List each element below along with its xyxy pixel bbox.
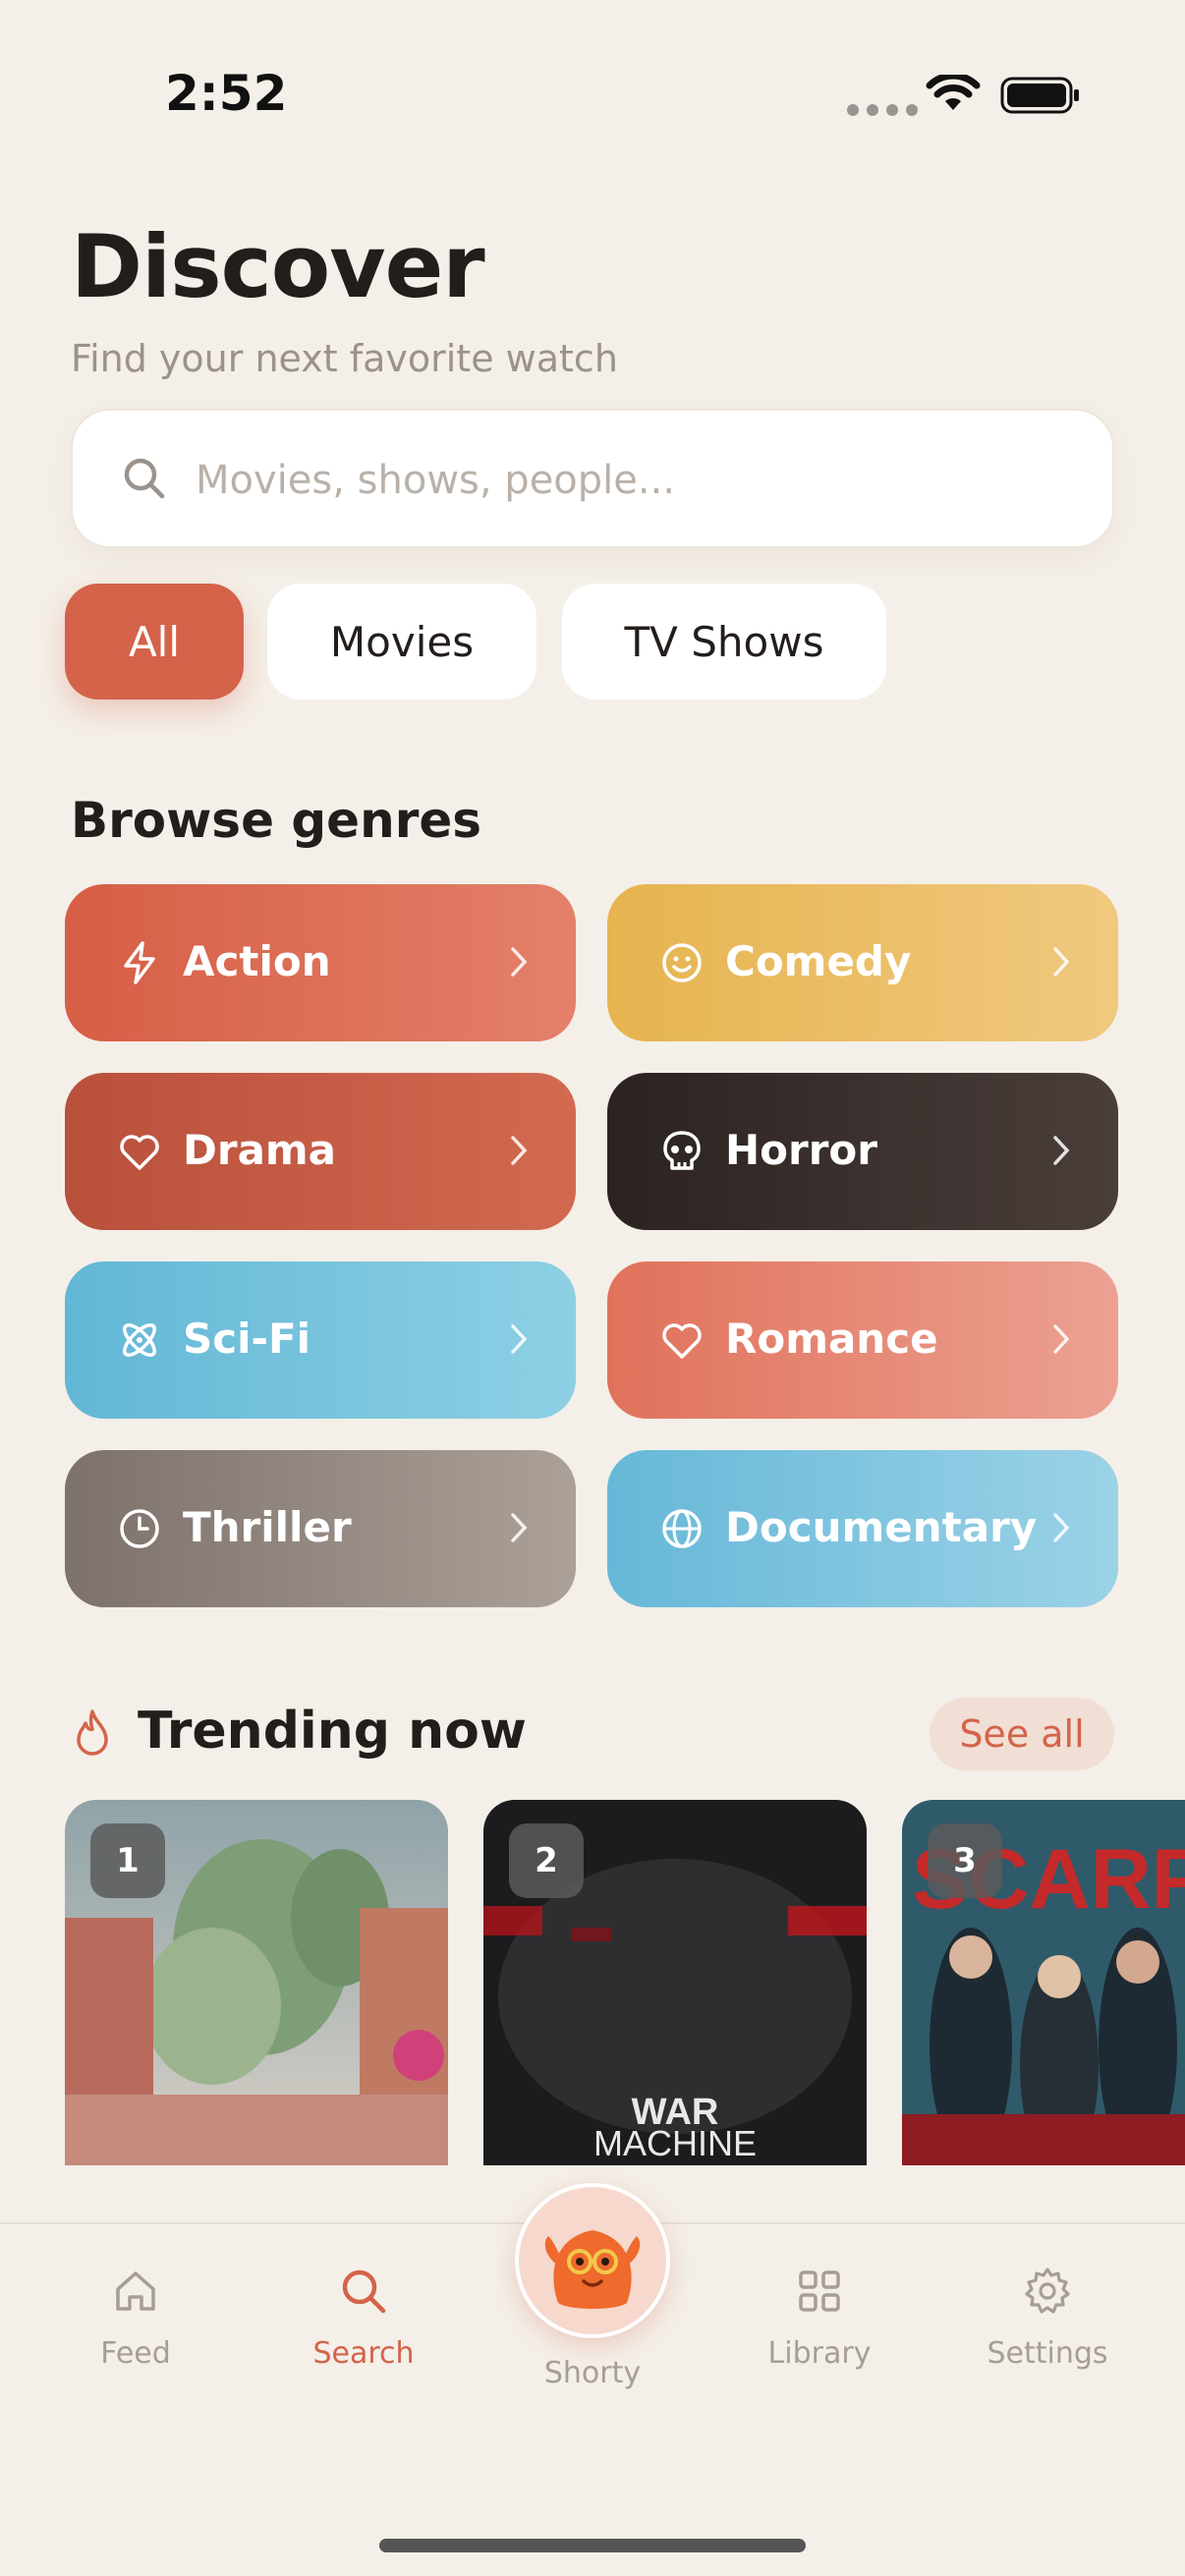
home-indicator[interactable] [379, 2539, 806, 2552]
genre-card-sci-fi[interactable]: Sci-Fi [65, 1261, 576, 1419]
globe-icon [662, 1509, 702, 1548]
filter-chip-tv-shows[interactable]: TV Shows [562, 584, 886, 700]
page-subtitle: Find your next favorite watch [71, 337, 618, 380]
see-all-button[interactable]: See all [930, 1698, 1114, 1770]
gear-icon [1025, 2268, 1070, 2314]
grid-icon [799, 2270, 840, 2312]
chevron-right-icon [511, 947, 528, 977]
tab-settings[interactable]: Settings [959, 2264, 1136, 2371]
section-title-genres: Browse genres [71, 792, 482, 849]
tab-label: Library [767, 2336, 872, 2371]
shorty-button[interactable] [515, 2183, 670, 2338]
page-title: Discover [71, 216, 485, 317]
bolt-icon [124, 941, 155, 984]
genre-label: Action [183, 937, 331, 985]
tab-library[interactable]: Library [731, 2264, 908, 2371]
genre-label: Drama [183, 1126, 337, 1174]
chevron-right-icon [1053, 1513, 1070, 1542]
status-time: 2:52 [165, 65, 288, 122]
rank-badge: 1 [90, 1823, 165, 1898]
section-title-trending: Trending now [138, 1702, 527, 1761]
genre-card-documentary[interactable]: Documentary [607, 1450, 1118, 1607]
chevron-right-icon [511, 1513, 528, 1542]
trending-poster-2[interactable]: WAR MACHINE 2 [483, 1800, 867, 2165]
search-icon [124, 458, 165, 499]
status-bar: 2:52 [0, 0, 1185, 187]
tab-bar: Feed Search Shorty Library Settings [0, 2183, 1185, 2576]
tab-label: Settings [987, 2336, 1108, 2371]
tab-search[interactable]: Search [275, 2264, 452, 2371]
genre-label: Thriller [183, 1503, 352, 1551]
rank-badge: 3 [928, 1823, 1002, 1898]
wifi-icon [926, 75, 981, 110]
battery-icon [1000, 77, 1079, 114]
search-icon [342, 2269, 386, 2314]
signal-icon [847, 104, 918, 116]
home-icon [116, 2271, 155, 2311]
rank-badge: 2 [509, 1823, 584, 1898]
atom-icon [123, 1323, 156, 1357]
filter-chip-all[interactable]: All [65, 584, 244, 700]
genre-label: Sci-Fi [183, 1315, 311, 1363]
chevron-right-icon [511, 1324, 528, 1354]
genre-card-horror[interactable]: Horror [607, 1073, 1118, 1230]
trending-poster-1[interactable]: 1 [65, 1800, 448, 2165]
flame-icon [77, 1709, 108, 1756]
trending-poster-3[interactable]: SCARPET 3 [902, 1800, 1185, 2165]
genre-label: Documentary [725, 1503, 1038, 1551]
chevron-right-icon [1053, 947, 1070, 977]
mascot-icon [544, 2230, 641, 2309]
genre-label: Romance [725, 1315, 938, 1363]
genre-card-thriller[interactable]: Thriller [65, 1450, 576, 1607]
genre-card-drama[interactable]: Drama [65, 1073, 576, 1230]
clock-icon [120, 1509, 159, 1548]
tab-label: Feed [100, 2336, 171, 2371]
tab-label: Search [312, 2336, 415, 2371]
poster-text: MACHINE [593, 2123, 757, 2163]
smile-icon [662, 943, 702, 982]
genre-label: Horror [725, 1126, 877, 1174]
search-input[interactable]: Movies, shows, people... [71, 409, 1114, 548]
chevron-right-icon [1053, 1324, 1070, 1354]
search-placeholder: Movies, shows, people... [196, 458, 676, 503]
tab-label-shorty: Shorty [543, 2356, 642, 2390]
chevron-right-icon [511, 1136, 528, 1165]
chevron-right-icon [1053, 1136, 1070, 1165]
genre-card-comedy[interactable]: Comedy [607, 884, 1118, 1041]
skull-icon [663, 1131, 701, 1170]
tab-feed[interactable]: Feed [47, 2264, 224, 2371]
genre-card-romance[interactable]: Romance [607, 1261, 1118, 1419]
filter-chip-movies[interactable]: Movies [267, 584, 536, 700]
heart-icon [662, 1323, 702, 1359]
heart-icon [120, 1135, 159, 1170]
genre-label: Comedy [725, 937, 912, 985]
genre-card-action[interactable]: Action [65, 884, 576, 1041]
